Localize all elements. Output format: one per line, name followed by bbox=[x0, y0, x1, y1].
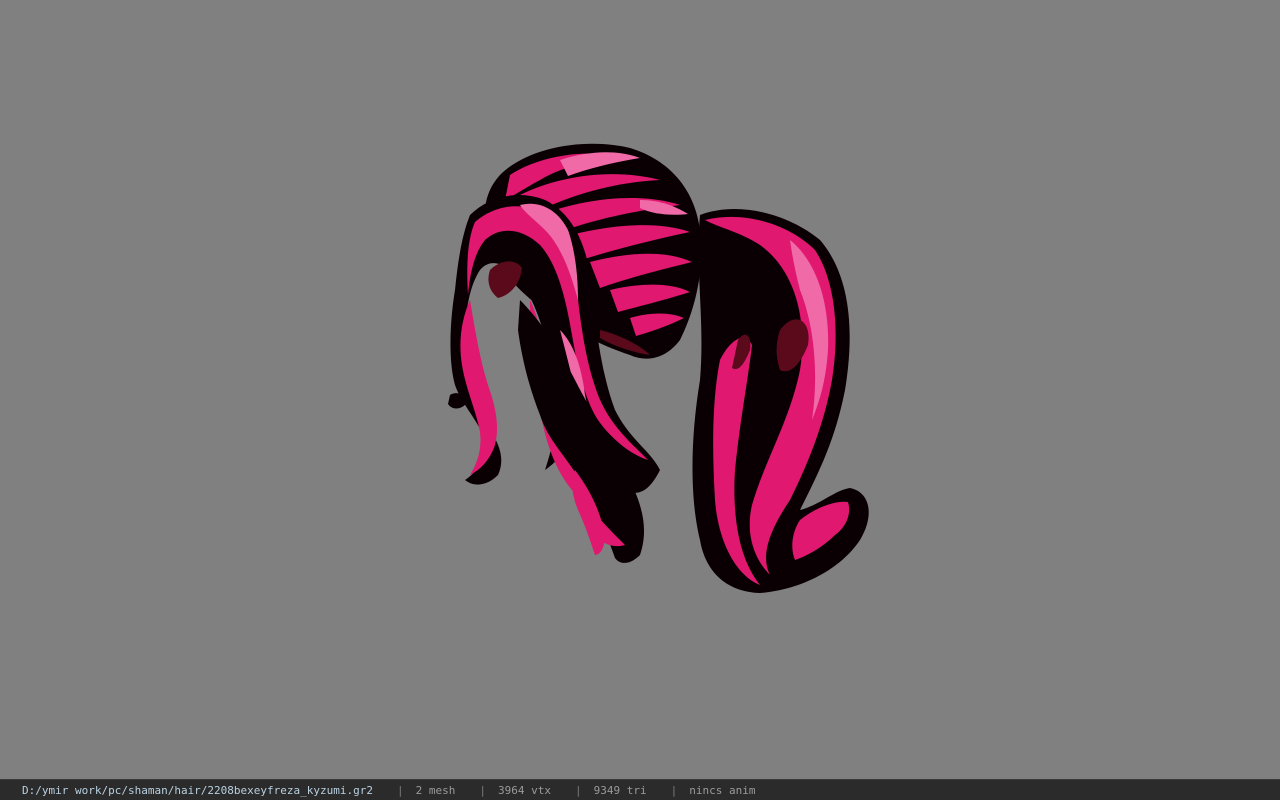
status-separator: | bbox=[397, 783, 404, 797]
hair-model-render[interactable] bbox=[0, 0, 1280, 779]
status-separator: | bbox=[574, 783, 582, 797]
status-vertex-count: 3964 vtx bbox=[498, 783, 551, 797]
status-triangle-count: 9349 tri bbox=[593, 783, 647, 797]
hair-ponytail bbox=[692, 209, 869, 593]
3d-viewport[interactable] bbox=[0, 0, 1280, 779]
status-file-path: D:/ymir work/pc/shaman/hair/2208bexeyfre… bbox=[22, 783, 373, 797]
status-separator: | bbox=[479, 783, 486, 797]
status-bar: D:/ymir work/pc/shaman/hair/2208bexeyfre… bbox=[0, 779, 1280, 800]
status-separator: | bbox=[670, 783, 678, 797]
status-animation: nincs anim bbox=[689, 783, 756, 797]
status-mesh-count: 2 mesh bbox=[415, 783, 456, 797]
